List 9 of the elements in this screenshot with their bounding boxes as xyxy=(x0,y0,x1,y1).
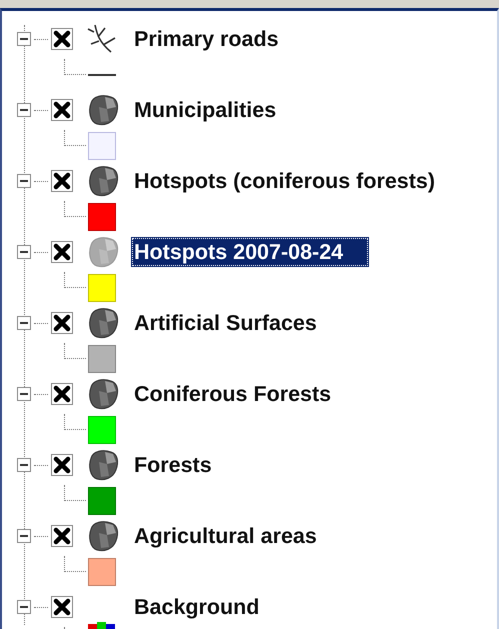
layer-name[interactable]: Hotspots (coniferous forests) xyxy=(131,166,438,196)
layer-name[interactable]: Coniferous Forests xyxy=(131,379,334,409)
layer-name[interactable]: Hotspots 2007-08-24 xyxy=(131,237,370,267)
layer-name[interactable]: Primary roads xyxy=(131,24,282,54)
layer-name[interactable]: Artificial Surfaces xyxy=(131,308,320,338)
layer-name[interactable]: Background xyxy=(131,592,262,622)
layer-name[interactable]: Municipalities xyxy=(131,95,280,125)
layer-name[interactable]: Forests xyxy=(131,450,215,480)
layer-name[interactable]: Agricultural areas xyxy=(131,521,320,551)
